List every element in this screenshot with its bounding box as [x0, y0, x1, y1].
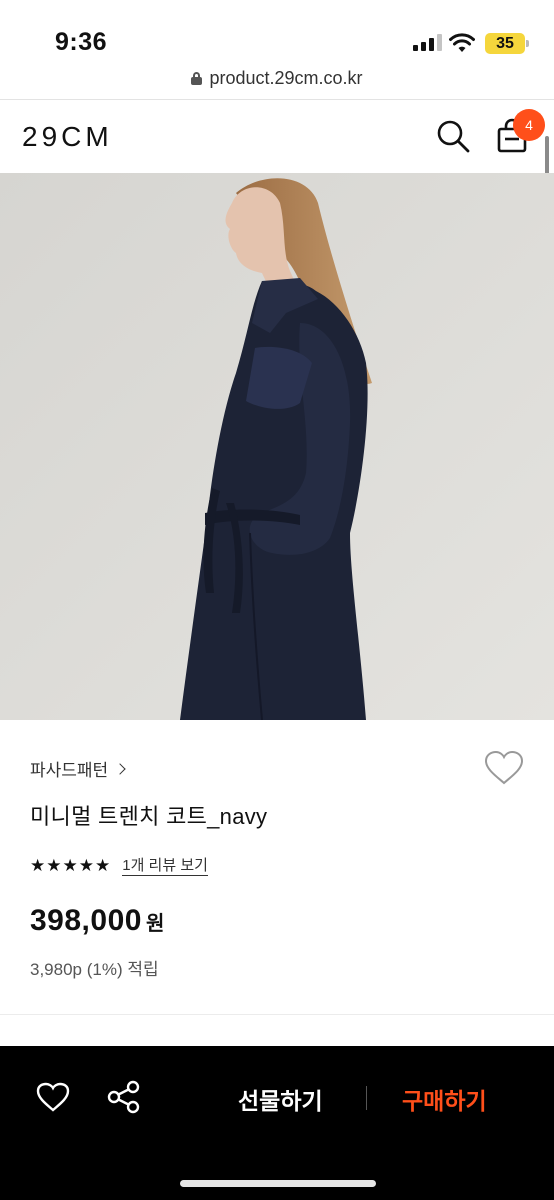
buy-button[interactable]: 구매하기 [402, 1082, 487, 1116]
bottom-action-bar: 선물하기 구매하기 [0, 1046, 554, 1200]
status-bar: 9:36 35 [0, 0, 554, 60]
star-icon: ★ [78, 856, 94, 875]
price: 398,000 원 [30, 904, 164, 938]
signal-icon [413, 34, 442, 51]
star-rating: ★ ★ ★ ★ ★ [30, 856, 110, 876]
separator [366, 1086, 367, 1110]
price-amount: 398,000 [30, 904, 142, 937]
review-link[interactable]: 1개 리뷰 보기 [122, 857, 208, 876]
brand-link[interactable]: 파사드패턴 [30, 756, 126, 781]
rating: ★ ★ ★ ★ ★ 1개 리뷰 보기 [30, 856, 208, 876]
product-photo [0, 173, 554, 720]
status-time: 9:36 [55, 28, 108, 56]
product-image[interactable] [0, 173, 554, 720]
heart-icon[interactable] [36, 1082, 70, 1112]
lock-icon [191, 71, 203, 85]
heart-icon[interactable] [484, 750, 524, 786]
share-icon[interactable] [106, 1080, 142, 1114]
product-page: 9:36 35 product.29cm.co.kr 29CM 4 파사드패턴 … [0, 0, 554, 1200]
search-icon[interactable] [435, 118, 471, 154]
star-icon: ★ [62, 856, 78, 875]
star-icon: ★ [46, 856, 62, 875]
price-currency: 원 [145, 913, 165, 935]
wifi-icon [449, 33, 475, 52]
divider [0, 1014, 554, 1015]
star-icon: ★ [30, 856, 46, 875]
points-info: 3,980p (1%) 적립 [30, 960, 159, 979]
brand-name: 파사드패턴 [30, 761, 109, 780]
chevron-right-icon [114, 762, 126, 775]
url-text: product.29cm.co.kr [209, 67, 363, 88]
home-indicator[interactable] [180, 1180, 376, 1187]
gift-button[interactable]: 선물하기 [238, 1082, 323, 1116]
url-bar[interactable]: product.29cm.co.kr [0, 64, 554, 92]
product-name: 미니멀 트렌치 코트_navy [30, 804, 268, 829]
battery-indicator: 35 [485, 33, 529, 54]
app-header: 29CM [0, 100, 554, 173]
star-icon: ★ [95, 856, 111, 875]
cart-count-badge[interactable]: 4 [513, 109, 545, 141]
logo[interactable]: 29CM [22, 121, 113, 153]
